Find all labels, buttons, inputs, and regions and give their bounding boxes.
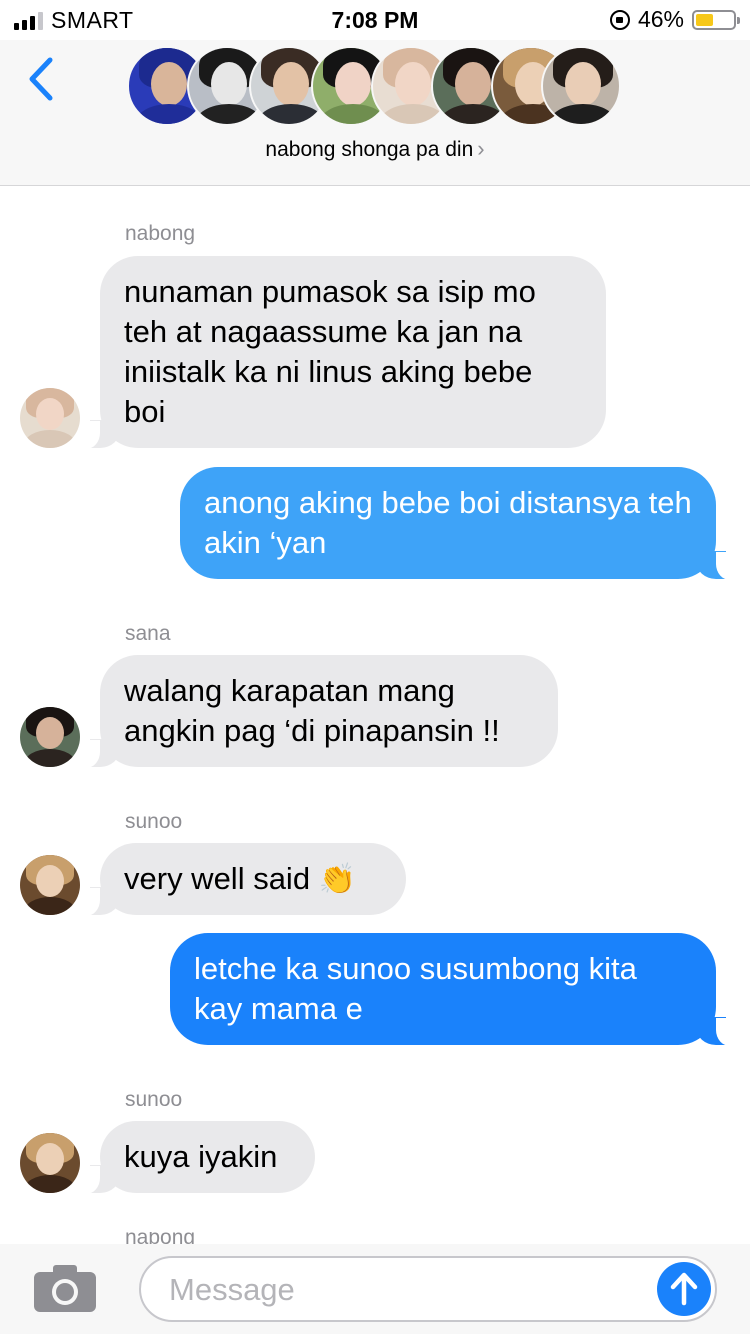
camera-icon <box>34 1265 96 1312</box>
avatar[interactable] <box>20 1133 80 1193</box>
message-text: nunaman pumasok sa isip mo teh at nagaas… <box>124 274 536 429</box>
battery-percent: 46% <box>637 6 684 32</box>
message-bubble-outgoing[interactable]: anong aking bebe boi distansya teh akin … <box>180 467 740 580</box>
arrow-up-icon <box>670 1272 698 1306</box>
status-right: 46% <box>609 6 740 33</box>
next-sender-name: nabong <box>125 1232 196 1244</box>
conversation-header: nabong shonga pa din › <box>0 40 750 186</box>
group-name-label: nabong shonga pa din <box>265 138 474 161</box>
sender-name: sunoo <box>125 810 183 833</box>
message-text-row: very well said 👏 <box>124 859 382 900</box>
compose-bar <box>0 1244 750 1334</box>
avatar <box>541 46 621 126</box>
avatar[interactable] <box>20 388 80 448</box>
chevron-right-icon: › <box>477 136 485 161</box>
message-text: anong aking bebe boi distansya teh akin … <box>204 485 692 560</box>
group-avatars[interactable] <box>127 46 627 130</box>
group-name[interactable]: nabong shonga pa din › <box>0 136 750 162</box>
message-field[interactable] <box>139 1256 717 1322</box>
message-text: very well said <box>124 861 311 896</box>
status-bar: SMART 7:08 PM 46% <box>0 0 750 40</box>
message-bubble-incoming[interactable]: very well said 👏 <box>76 843 406 916</box>
sender-name: sunoo <box>125 1088 183 1111</box>
send-button[interactable] <box>657 1262 711 1316</box>
chevron-left-icon <box>29 57 53 101</box>
avatar[interactable] <box>20 707 80 767</box>
message-bubble-incoming[interactable]: walang karapatan mang angkin pag ‘di pin… <box>76 655 558 768</box>
message-text: kuya iyakin <box>124 1139 278 1174</box>
message-bubble-incoming[interactable]: nunaman pumasok sa isip mo teh at nagaas… <box>76 256 606 449</box>
message-bubble-outgoing[interactable]: letche ka sunoo susumbong kita kay mama … <box>170 933 740 1046</box>
orientation-lock-icon <box>609 9 630 30</box>
back-button[interactable] <box>22 54 62 104</box>
avatar[interactable] <box>20 855 80 915</box>
sender-name: nabong <box>125 222 196 245</box>
message-text: walang karapatan mang angkin pag ‘di pin… <box>124 673 500 748</box>
camera-button[interactable] <box>33 1263 97 1313</box>
clapping-hands-emoji: 👏 <box>318 862 357 897</box>
message-bubble-incoming[interactable]: kuya iyakin <box>76 1121 315 1194</box>
message-input[interactable] <box>167 1268 641 1312</box>
sender-name: sana <box>125 622 171 645</box>
battery-icon <box>692 9 740 30</box>
message-text: letche ka sunoo susumbong kita kay mama … <box>194 951 637 1026</box>
